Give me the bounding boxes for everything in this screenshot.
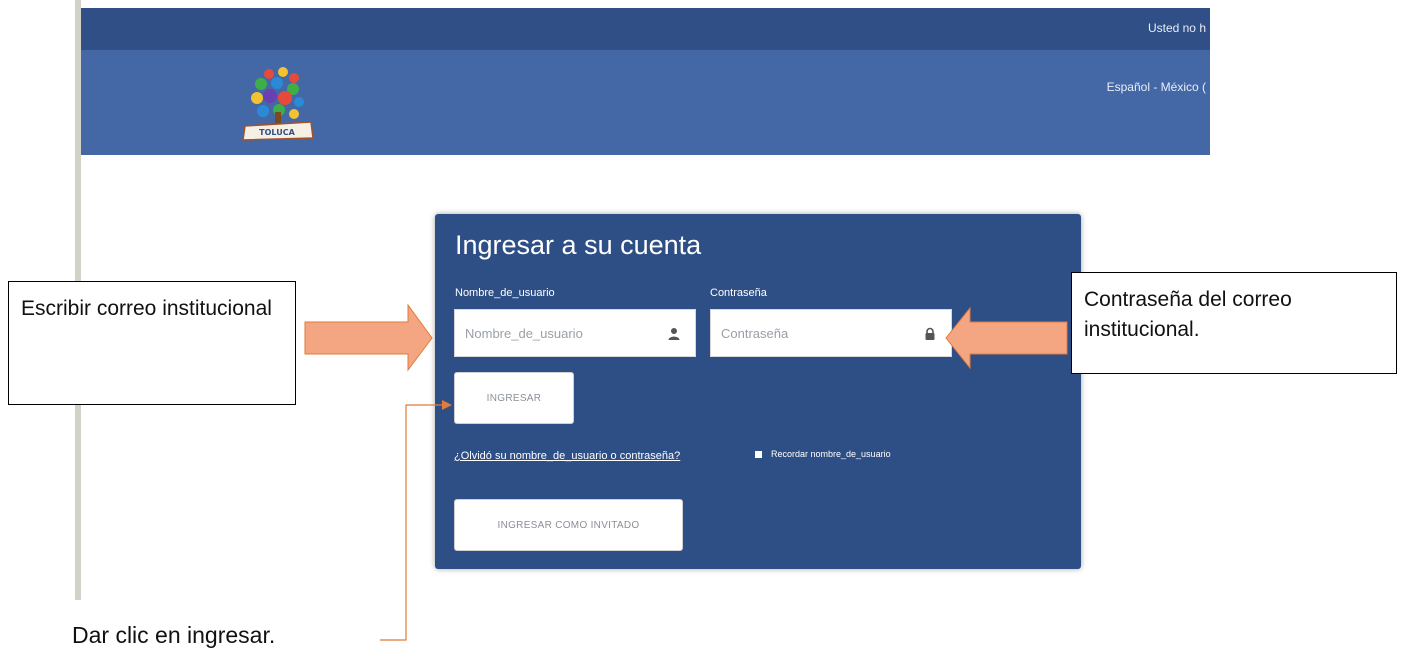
language-selector[interactable]: Español - México ( bbox=[1107, 80, 1206, 94]
remember-username[interactable]: Recordar nombre_de_usuario bbox=[755, 449, 891, 459]
username-input[interactable] bbox=[455, 310, 695, 356]
user-icon bbox=[668, 328, 680, 340]
svg-text:TOLUCA: TOLUCA bbox=[259, 128, 295, 137]
login-panel: Ingresar a su cuenta Nombre_de_usuario C… bbox=[435, 214, 1081, 569]
login-status-text: Usted no h bbox=[1147, 21, 1206, 35]
guest-login-button[interactable]: INGRESAR COMO INVITADO bbox=[454, 499, 683, 551]
remember-username-label: Recordar nombre_de_usuario bbox=[771, 449, 891, 459]
remember-username-checkbox[interactable] bbox=[755, 451, 762, 459]
password-field-wrapper bbox=[710, 309, 952, 357]
toluca-logo[interactable]: TOLUCA bbox=[239, 64, 319, 144]
forgot-password-link[interactable]: ¿Olvidó su nombre_de_usuario o contraseñ… bbox=[454, 450, 680, 462]
top-bar: Usted no h bbox=[81, 8, 1210, 50]
site-header: TOLUCA Español - México ( bbox=[81, 50, 1210, 155]
username-field-wrapper bbox=[454, 309, 696, 357]
login-button[interactable]: INGRESAR bbox=[454, 372, 574, 424]
callout-password: Contraseña del correo institucional. bbox=[1071, 272, 1397, 374]
username-label: Nombre_de_usuario bbox=[455, 287, 555, 299]
login-title: Ingresar a su cuenta bbox=[455, 230, 702, 260]
instruction-note: Dar clic en ingresar. bbox=[72, 622, 276, 648]
callout-username: Escribir correo institucional bbox=[8, 281, 296, 405]
password-input[interactable] bbox=[711, 310, 951, 356]
password-label: Contraseña bbox=[710, 287, 767, 299]
lock-icon bbox=[925, 327, 935, 340]
